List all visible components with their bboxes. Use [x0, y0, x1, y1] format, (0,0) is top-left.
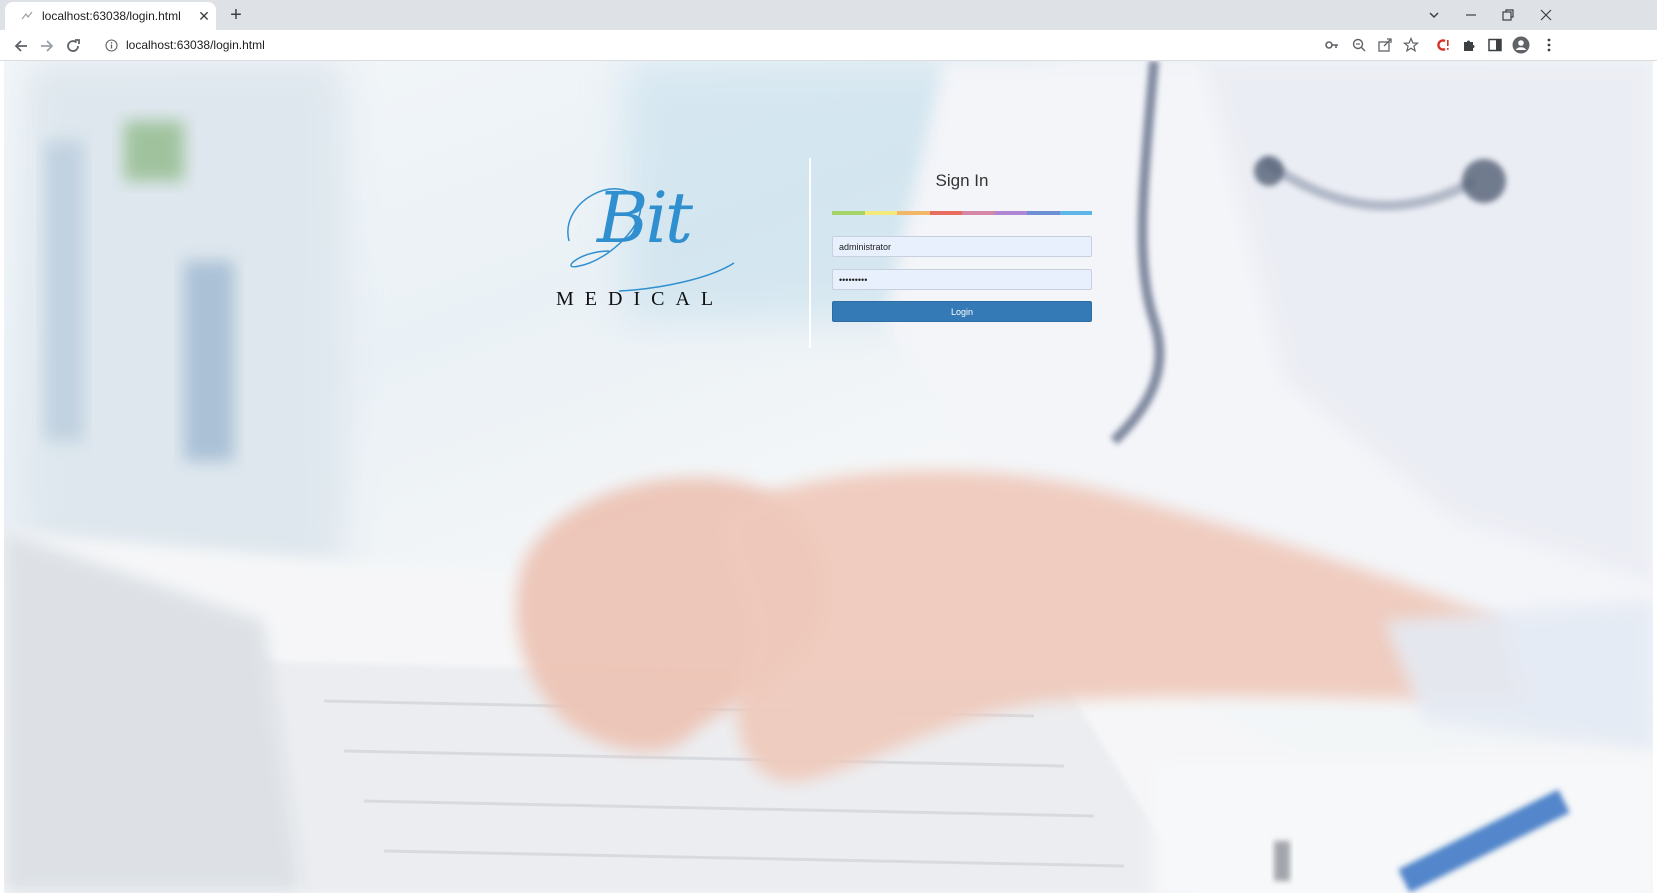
back-icon[interactable]: [12, 37, 30, 55]
tab-close-icon[interactable]: ✕: [196, 8, 212, 24]
share-icon[interactable]: [1377, 37, 1393, 53]
page-favicon-icon: [21, 11, 33, 20]
password-field[interactable]: [832, 269, 1092, 290]
color-stripe-segment: [1027, 211, 1060, 215]
login-button[interactable]: Login: [832, 301, 1092, 322]
color-stripe-segment: [962, 211, 995, 215]
forward-icon[interactable]: [38, 37, 56, 55]
page-viewport: Bit MEDICAL Sign In Login: [4, 61, 1653, 893]
info-icon[interactable]: [105, 39, 118, 52]
signin-title: Sign In: [935, 171, 989, 190]
color-stripe-segment: [994, 211, 1027, 215]
zoom-icon[interactable]: [1351, 37, 1367, 53]
tab-search-icon[interactable]: [1424, 5, 1444, 25]
brand-script-text: Bit: [597, 177, 693, 259]
key-icon[interactable]: [1324, 37, 1340, 53]
star-icon[interactable]: [1403, 37, 1419, 53]
color-stripe: [832, 211, 1092, 215]
browser-toolbar: localhost:63038/login.html: [0, 30, 1657, 61]
username-field[interactable]: [832, 236, 1092, 257]
color-stripe-segment: [864, 211, 897, 215]
profile-icon[interactable]: [1512, 36, 1530, 54]
menu-icon[interactable]: [1541, 37, 1557, 53]
minimize-icon[interactable]: [1461, 5, 1481, 25]
brand-logo: Bit MEDICAL: [549, 171, 749, 321]
tab-title: localhost:63038/login.html: [42, 9, 181, 23]
close-window-icon[interactable]: [1536, 5, 1556, 25]
restore-icon[interactable]: [1498, 5, 1518, 25]
sidepanel-icon[interactable]: [1487, 37, 1503, 53]
browser-tab[interactable]: localhost:63038/login.html ✕: [5, 2, 216, 30]
reload-icon[interactable]: [64, 37, 82, 55]
login-divider: [809, 158, 811, 348]
color-stripe-segment: [1059, 211, 1092, 215]
color-stripe-segment: [832, 211, 865, 215]
color-stripe-segment: [897, 211, 930, 215]
puzzle-icon[interactable]: [1461, 37, 1477, 53]
color-stripe-segment: [929, 211, 962, 215]
brand-word-text: MEDICAL: [556, 288, 725, 310]
background-photo: [4, 61, 1653, 893]
url-text: localhost:63038/login.html: [126, 38, 265, 52]
extension-c-icon[interactable]: [1435, 37, 1451, 53]
browser-tabstrip: localhost:63038/login.html ✕ +: [0, 0, 1657, 30]
new-tab-button[interactable]: +: [226, 5, 246, 25]
address-bar[interactable]: localhost:63038/login.html: [97, 33, 1627, 58]
